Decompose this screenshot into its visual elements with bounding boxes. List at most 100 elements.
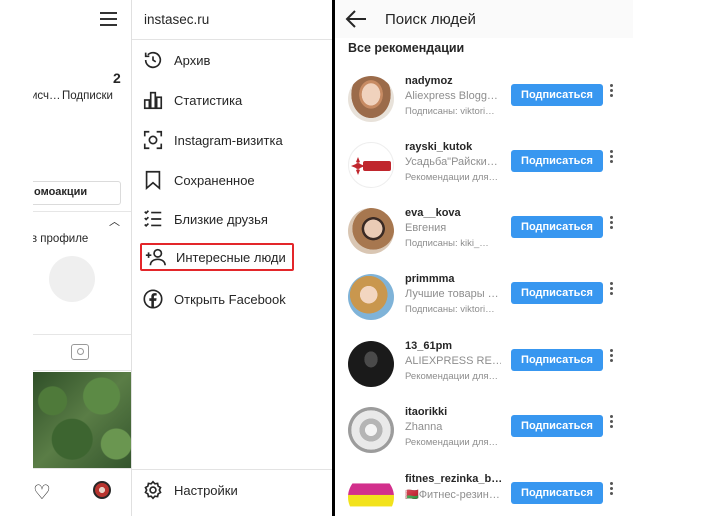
settings-gear-icon bbox=[144, 480, 162, 500]
follow-button[interactable]: Подписаться bbox=[511, 415, 603, 437]
drawer-bottom-divider bbox=[132, 469, 332, 470]
menu-item-label: Архив bbox=[174, 52, 211, 68]
more-options-icon[interactable] bbox=[608, 82, 614, 106]
drawer-divider bbox=[132, 39, 332, 40]
settings-label: Настройки bbox=[174, 482, 238, 498]
avatar[interactable] bbox=[348, 76, 394, 122]
post-thumbnail[interactable] bbox=[33, 372, 131, 468]
suggestion-row[interactable]: itaorikki Zhanna Рекомендации для… Подпи… bbox=[335, 401, 625, 461]
promotions-button[interactable]: омоакции bbox=[33, 181, 121, 205]
username[interactable]: itaorikki bbox=[405, 406, 447, 418]
avatar[interactable] bbox=[348, 274, 394, 320]
avatar[interactable] bbox=[348, 142, 394, 188]
in-profile-text: в профиле bbox=[33, 233, 89, 245]
menu-item-label: Instagram-визитка bbox=[174, 132, 283, 148]
follow-button[interactable]: Подписаться bbox=[511, 349, 603, 371]
menu-item-archive[interactable]: Архив bbox=[142, 46, 327, 74]
hamburger-menu-icon[interactable] bbox=[100, 12, 117, 30]
right-screenshot: Поиск людей Все рекомендации nadymoz Ali… bbox=[335, 0, 720, 516]
suggestion-row[interactable]: rayski_kutok Усадьба"Райски… Рекомендаци… bbox=[335, 136, 625, 196]
menu-item-saved[interactable]: Сохраненное bbox=[142, 166, 327, 194]
stats-icon bbox=[143, 91, 163, 110]
archive-icon bbox=[144, 51, 162, 69]
follow-button[interactable]: Подписаться bbox=[511, 282, 603, 304]
menu-item-label: Сохраненное bbox=[174, 172, 255, 188]
recommendation-hint: Рекомендации для… bbox=[405, 437, 499, 448]
menu-item-nametag[interactable]: Instagram-визитка bbox=[142, 126, 327, 154]
more-options-icon[interactable] bbox=[608, 347, 614, 371]
menu-item-open-facebook[interactable]: Открыть Facebook bbox=[142, 285, 327, 313]
follow-button[interactable]: Подписаться bbox=[511, 84, 603, 106]
suggestion-row[interactable]: nadymoz Aliexpress Blogg… Подписаны: vik… bbox=[335, 70, 625, 130]
username[interactable]: primmma bbox=[405, 273, 455, 285]
following-label: Подписки bbox=[62, 90, 113, 102]
follow-button[interactable]: Подписаться bbox=[511, 150, 603, 172]
full-name: ALIEXPRESS RE… bbox=[405, 355, 501, 367]
menu-item-label: Интересные люди bbox=[176, 249, 286, 265]
side-drawer: instasec.ru Архив Статистика Instagram-в… bbox=[131, 0, 332, 516]
chevron-up-icon[interactable]: ︿ bbox=[109, 213, 120, 229]
avatar[interactable] bbox=[348, 208, 394, 254]
heart-icon[interactable]: ♡ bbox=[33, 480, 51, 505]
follow-button[interactable]: Подписаться bbox=[511, 482, 603, 504]
recommendation-hint: Рекомендации для… bbox=[405, 371, 499, 382]
full-name: 🇧🇾Фитнес-резин… bbox=[405, 489, 500, 501]
full-name: Усадьба"Райски… bbox=[405, 156, 498, 168]
close-friends-icon bbox=[144, 210, 162, 228]
bottom-nav-divider bbox=[33, 468, 131, 469]
more-options-icon[interactable] bbox=[608, 280, 614, 304]
more-options-icon[interactable] bbox=[608, 148, 614, 172]
followers-label: исч… bbox=[33, 90, 61, 102]
section-title: Все рекомендации bbox=[348, 41, 465, 55]
username[interactable]: fitnes_rezinka_b… bbox=[405, 473, 502, 485]
back-arrow-icon[interactable] bbox=[345, 9, 367, 29]
full-name: Zhanna bbox=[405, 421, 443, 433]
page-title: Поиск людей bbox=[385, 11, 476, 28]
top-bar: Поиск людей bbox=[335, 0, 633, 38]
bookmark-icon bbox=[145, 170, 161, 191]
menu-item-statistics[interactable]: Статистика bbox=[142, 86, 327, 114]
avatar[interactable] bbox=[348, 341, 394, 387]
username[interactable]: nadymoz bbox=[405, 75, 453, 87]
menu-item-discover-people[interactable]: Интересные люди bbox=[140, 243, 294, 271]
profile-avatar-icon[interactable] bbox=[93, 481, 111, 499]
suggestion-row[interactable]: 13_61pm ALIEXPRESS RE… Рекомендации для…… bbox=[335, 335, 625, 395]
recommendation-hint: Рекомендации для… bbox=[405, 172, 499, 183]
tabs-divider bbox=[33, 334, 131, 335]
settings-item[interactable]: Настройки bbox=[142, 476, 327, 504]
recommendation-hint: Подписаны: viktori… bbox=[405, 304, 495, 315]
menu-item-label: Открыть Facebook bbox=[174, 291, 286, 307]
logo-icon bbox=[351, 157, 391, 175]
highlight-placeholder[interactable] bbox=[49, 256, 95, 302]
avatar[interactable] bbox=[348, 474, 394, 516]
recommendation-hint: Подписаны: viktori… bbox=[405, 106, 495, 117]
menu-item-label: Статистика bbox=[174, 92, 243, 108]
full-name: Aliexpress Blogg… bbox=[405, 90, 498, 102]
drawer-title: instasec.ru bbox=[144, 12, 210, 27]
username[interactable]: eva__kova bbox=[405, 207, 461, 219]
username[interactable]: 13_61pm bbox=[405, 340, 452, 352]
tagged-posts-icon[interactable] bbox=[71, 344, 89, 360]
follow-button[interactable]: Подписаться bbox=[511, 216, 603, 238]
left-screenshot: 2 исч… Подписки омоакции ︿ в профиле ♡ i… bbox=[0, 0, 332, 516]
add-person-icon bbox=[145, 248, 166, 266]
more-options-icon[interactable] bbox=[608, 413, 614, 437]
facebook-icon bbox=[143, 289, 163, 309]
nametag-icon bbox=[143, 130, 163, 150]
suggestion-row[interactable]: fitnes_rezinka_b… 🇧🇾Фитнес-резин… Подпис… bbox=[335, 468, 625, 516]
menu-item-label: Близкие друзья bbox=[174, 211, 268, 227]
avatar[interactable] bbox=[348, 407, 394, 453]
username[interactable]: rayski_kutok bbox=[405, 141, 472, 153]
full-name: Лучшие товары … bbox=[405, 288, 499, 300]
suggestion-row[interactable]: eva__kova Евгения Подписаны: kiki_… Подп… bbox=[335, 202, 625, 262]
recommendation-hint: Подписаны: kiki_… bbox=[405, 238, 489, 249]
menu-item-close-friends[interactable]: Близкие друзья bbox=[142, 205, 327, 233]
profile-divider bbox=[33, 211, 131, 212]
suggestion-row[interactable]: primmma Лучшие товары … Подписаны: vikto… bbox=[335, 268, 625, 328]
more-options-icon[interactable] bbox=[608, 214, 614, 238]
full-name: Евгения bbox=[405, 222, 447, 234]
more-options-icon[interactable] bbox=[608, 480, 614, 504]
following-count: 2 bbox=[113, 70, 121, 86]
profile-background: 2 исч… Подписки омоакции ︿ в профиле ♡ bbox=[33, 0, 131, 516]
grid-divider bbox=[33, 370, 131, 371]
